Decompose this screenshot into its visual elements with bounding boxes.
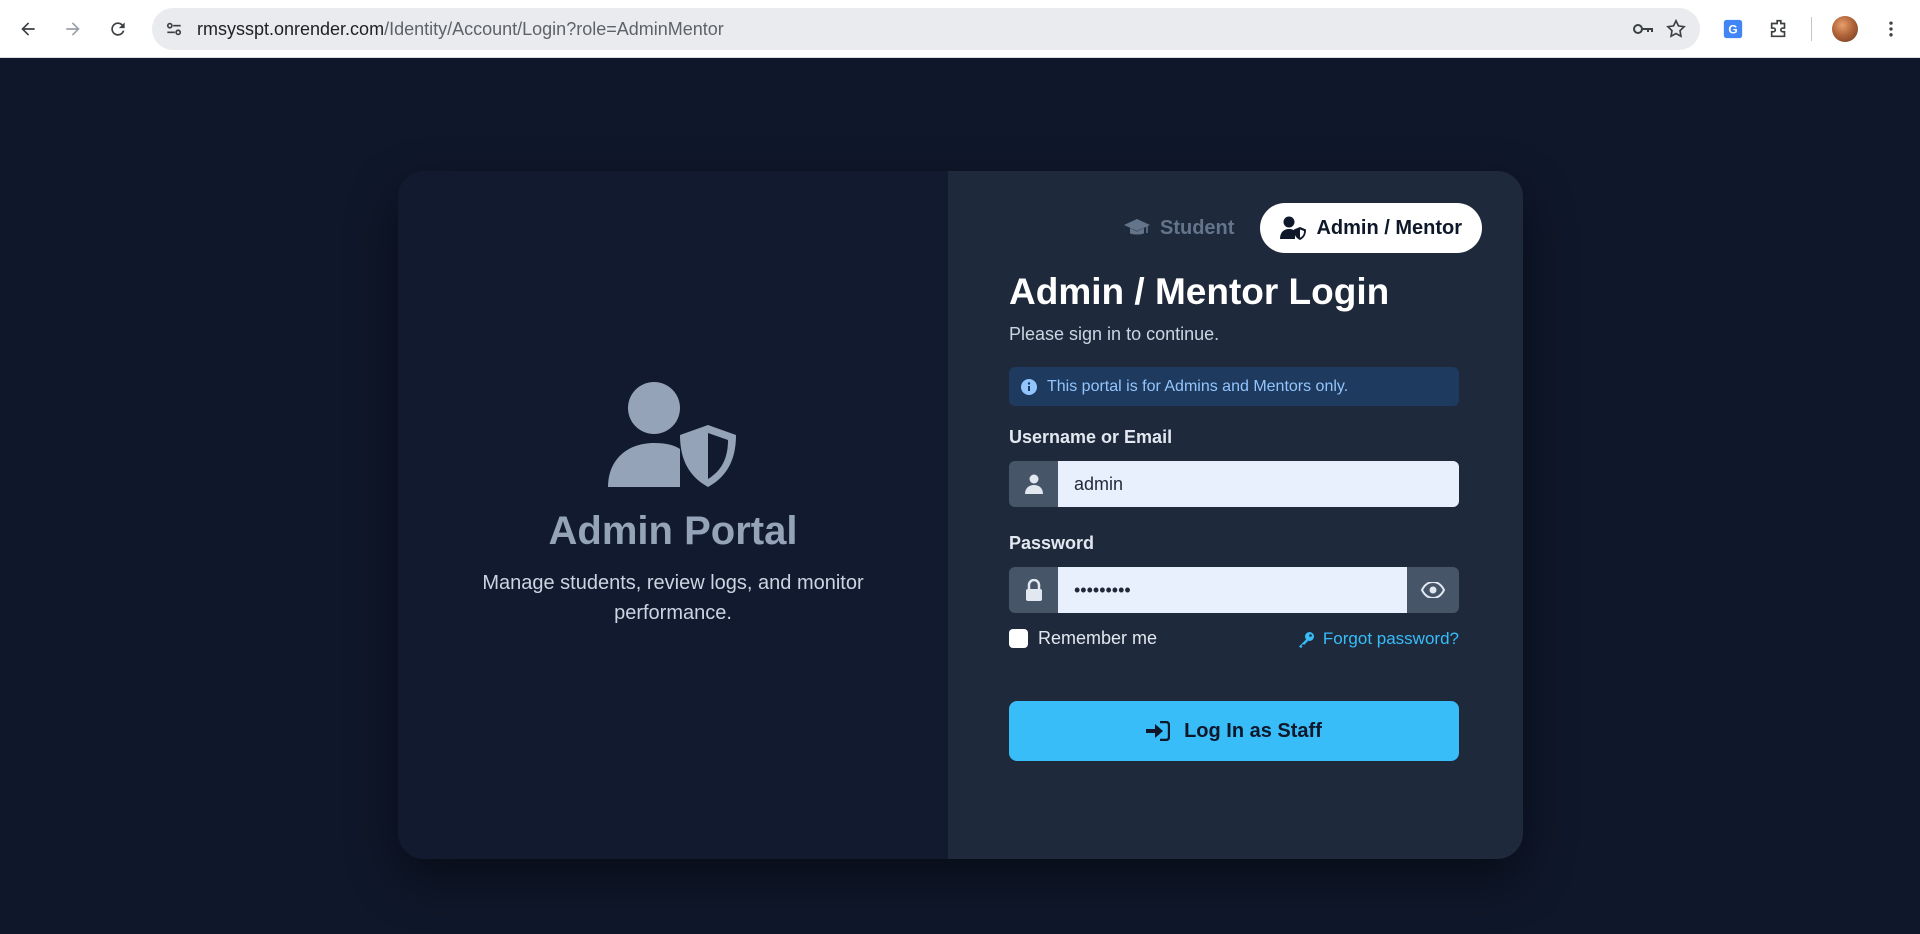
remember-me: Remember me xyxy=(1009,628,1157,649)
tab-admin-mentor[interactable]: Admin / Mentor xyxy=(1260,203,1482,253)
arrow-right-icon xyxy=(66,22,80,36)
toolbar-divider xyxy=(1811,17,1812,41)
login-submit-button[interactable]: Log In as Staff xyxy=(1009,701,1459,761)
eye-icon xyxy=(1421,582,1445,598)
tab-student[interactable]: Student xyxy=(1104,203,1260,253)
password-key-icon[interactable] xyxy=(1631,17,1655,41)
toggle-password-button[interactable] xyxy=(1407,567,1459,613)
portal-title: Admin Portal xyxy=(548,509,798,553)
more-vert-icon xyxy=(1889,21,1893,37)
password-input-group xyxy=(1009,567,1459,613)
info-alert-text: This portal is for Admins and Mentors on… xyxy=(1047,377,1349,395)
login-form-pane: Student Admin / Mentor Admin / Mentor Lo… xyxy=(948,171,1523,859)
role-switch: Student Admin / Mentor xyxy=(1104,203,1482,253)
svg-text:G: G xyxy=(1728,23,1737,37)
browser-toolbar: rmsysspt.onrender.com/Identity/Account/L… xyxy=(0,0,1920,58)
username-label: Username or Email xyxy=(1009,427,1173,447)
tab-student-label: Student xyxy=(1160,216,1235,239)
login-submit-label: Log In as Staff xyxy=(1184,719,1322,742)
username-input-group xyxy=(1009,461,1459,507)
translate-extension-icon[interactable]: G xyxy=(1717,13,1749,45)
url-path: /Identity/Account/Login?role=AdminMentor xyxy=(384,19,724,39)
remember-me-label: Remember me xyxy=(1038,628,1158,648)
extensions-puzzle-icon[interactable] xyxy=(1763,13,1795,45)
password-input[interactable] xyxy=(1058,567,1407,613)
login-card: Admin Portal Manage students, review log… xyxy=(398,171,1523,859)
browser-menu-button[interactable] xyxy=(1875,13,1907,45)
arrow-left-icon xyxy=(21,22,35,36)
url-text: rmsysspt.onrender.com/Identity/Account/L… xyxy=(197,19,724,40)
key-icon xyxy=(1298,631,1314,648)
back-button[interactable] xyxy=(12,13,44,45)
page-title: Admin / Mentor Login xyxy=(1009,271,1390,312)
info-circle-icon xyxy=(1021,378,1037,395)
page-subtitle: Please sign in to continue. xyxy=(1009,324,1220,344)
url-host: rmsysspt.onrender.com xyxy=(197,19,385,39)
portal-description: Manage students, review logs, and monito… xyxy=(482,572,864,624)
address-bar[interactable]: rmsysspt.onrender.com/Identity/Account/L… xyxy=(152,8,1700,50)
portal-info-pane: Admin Portal Manage students, review log… xyxy=(398,171,948,859)
user-shield-icon xyxy=(608,382,736,487)
site-info-icon[interactable] xyxy=(162,17,186,41)
reload-icon xyxy=(111,22,125,36)
username-input[interactable] xyxy=(1058,461,1459,507)
remember-me-checkbox[interactable] xyxy=(1009,629,1028,648)
forward-button[interactable] xyxy=(57,13,89,45)
forgot-password-label: Forgot password? xyxy=(1322,629,1459,648)
lock-icon xyxy=(1009,567,1058,613)
reload-button[interactable] xyxy=(102,13,134,45)
graduation-cap-icon xyxy=(1124,219,1150,235)
forgot-password-link[interactable]: Forgot password? xyxy=(1298,629,1459,649)
avatar xyxy=(1832,16,1858,42)
bookmark-star-icon[interactable] xyxy=(1664,17,1688,41)
user-shield-small-icon xyxy=(1280,216,1307,240)
sign-in-icon xyxy=(1146,721,1171,741)
info-alert: This portal is for Admins and Mentors on… xyxy=(1009,367,1459,406)
profile-avatar-button[interactable] xyxy=(1829,13,1861,45)
password-label: Password xyxy=(1009,533,1095,553)
tab-admin-label: Admin / Mentor xyxy=(1316,216,1462,239)
user-icon xyxy=(1009,461,1058,507)
